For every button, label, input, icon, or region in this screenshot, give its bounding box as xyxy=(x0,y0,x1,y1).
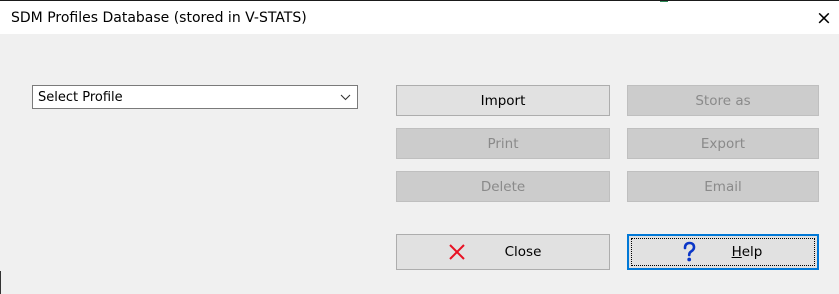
help-question-icon xyxy=(682,241,696,263)
store-as-button[interactable]: Store as xyxy=(627,85,819,116)
window-left-edge xyxy=(0,271,1,294)
focus-rectangle xyxy=(631,238,815,266)
window-close-icon[interactable]: × xyxy=(809,3,839,33)
help-label-rest: elp xyxy=(741,244,763,260)
store-as-button-label: Store as xyxy=(695,92,751,109)
delete-button[interactable]: Delete xyxy=(396,171,610,202)
help-mnemonic: H xyxy=(731,244,742,260)
export-button[interactable]: Export xyxy=(627,128,819,159)
import-button-label: Import xyxy=(480,92,526,109)
window-title: SDM Profiles Database (stored in V-STATS… xyxy=(11,10,307,26)
profile-select[interactable]: Select Profile xyxy=(32,85,358,109)
email-button[interactable]: Email xyxy=(627,171,819,202)
help-button[interactable]: Help xyxy=(627,234,819,270)
print-button-label: Print xyxy=(487,135,519,152)
chevron-down-icon xyxy=(340,94,351,101)
close-button[interactable]: Close xyxy=(396,234,610,270)
title-bar: SDM Profiles Database (stored in V-STATS… xyxy=(0,2,839,34)
print-button[interactable]: Print xyxy=(396,128,610,159)
dialog-window: SDM Profiles Database (stored in V-STATS… xyxy=(0,0,839,294)
close-button-label: Close xyxy=(504,244,542,260)
email-button-label: Email xyxy=(704,178,742,195)
export-button-label: Export xyxy=(700,135,746,152)
help-button-label: Help xyxy=(732,244,763,260)
import-button[interactable]: Import xyxy=(396,85,610,116)
close-x-icon xyxy=(448,243,466,261)
delete-button-label: Delete xyxy=(480,178,526,195)
profile-select-value: Select Profile xyxy=(38,90,123,105)
